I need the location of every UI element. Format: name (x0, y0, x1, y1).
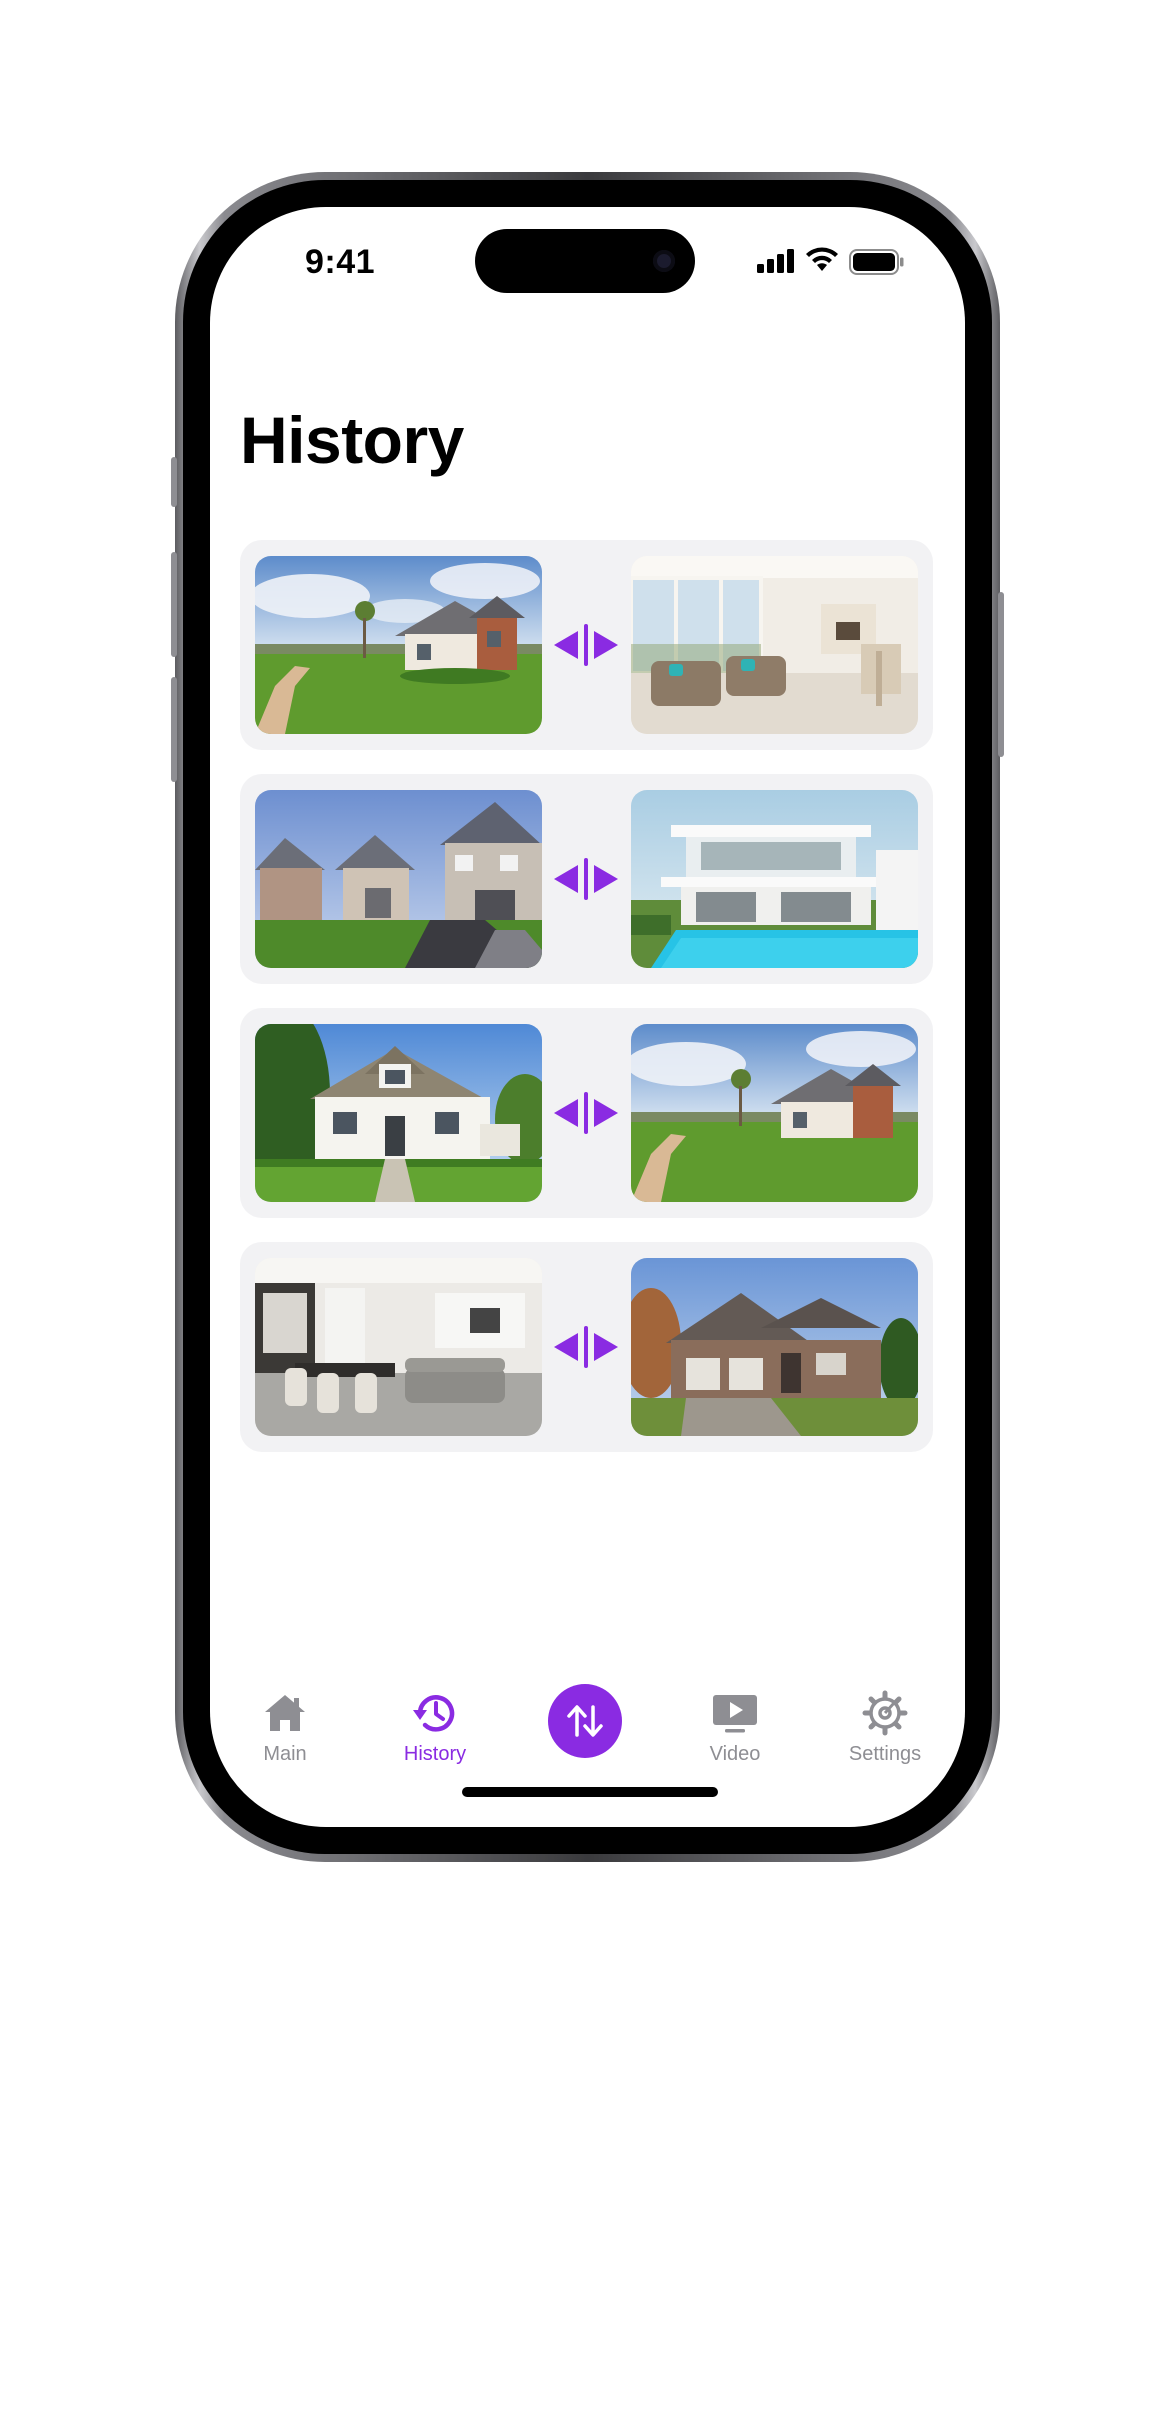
app-screen: 9:41 History Main History Video Settings (210, 207, 965, 1827)
swap-arrows-icon (567, 1705, 603, 1737)
before-photo (255, 556, 542, 734)
phone-bezel: 9:41 History Main History Video Settings (183, 180, 992, 1854)
compare-arrows-icon (554, 1326, 618, 1368)
before-photo (255, 1258, 542, 1436)
tab-bar: Main History Video Settings (210, 1684, 965, 1799)
page-title: History (240, 403, 464, 477)
history-list (240, 540, 933, 1476)
tab-label: History (403, 1743, 467, 1765)
home-icon (265, 1695, 305, 1731)
swap-action-button[interactable] (548, 1684, 622, 1758)
volume-down-button (171, 677, 177, 782)
tab-label: Settings (848, 1743, 922, 1765)
brick-house-garage-image (631, 1258, 918, 1436)
tab-label: Main (263, 1743, 307, 1765)
video-play-icon (713, 1695, 757, 1733)
open-plan-dining-room-image (255, 1258, 542, 1436)
tab-label: Video (709, 1743, 761, 1765)
after-photo (631, 1024, 918, 1202)
before-photo (255, 790, 542, 968)
after-photo (631, 556, 918, 734)
after-photo (631, 1258, 918, 1436)
history-item[interactable] (240, 540, 933, 750)
gear-icon (862, 1690, 908, 1736)
home-indicator (462, 1787, 718, 1797)
history-item[interactable] (240, 774, 933, 984)
tab-settings[interactable]: Settings (810, 1689, 960, 1766)
status-time: 9:41 (305, 243, 376, 281)
dynamic-island (475, 229, 695, 293)
power-button (998, 592, 1004, 757)
compare-arrows-icon (554, 1092, 618, 1134)
wifi-icon (806, 247, 838, 271)
history-icon (413, 1695, 455, 1732)
compare-arrows-icon (554, 858, 618, 900)
tab-history[interactable]: History (360, 1689, 510, 1766)
after-photo (631, 790, 918, 968)
modern-villa-pool-image (631, 790, 918, 968)
house-exterior-lawn-image (255, 556, 542, 734)
suburban-houses-row-image (255, 790, 542, 968)
phone-frame: 9:41 History Main History Video Settings (171, 172, 1004, 1862)
mute-switch (171, 457, 177, 507)
status-bar: 9:41 (210, 207, 965, 297)
battery-icon (849, 249, 904, 275)
white-cottage-image (255, 1024, 542, 1202)
house-exterior-lawn-image (631, 1024, 918, 1202)
before-photo (255, 1024, 542, 1202)
volume-up-button (171, 552, 177, 657)
compare-arrows-icon (554, 624, 618, 666)
cellular-signal-icon (757, 249, 794, 273)
history-item[interactable] (240, 1008, 933, 1218)
living-room-interior-image (631, 556, 918, 734)
history-item[interactable] (240, 1242, 933, 1452)
tab-main[interactable]: Main (210, 1689, 360, 1766)
tab-video[interactable]: Video (660, 1689, 810, 1766)
front-camera (653, 250, 675, 272)
